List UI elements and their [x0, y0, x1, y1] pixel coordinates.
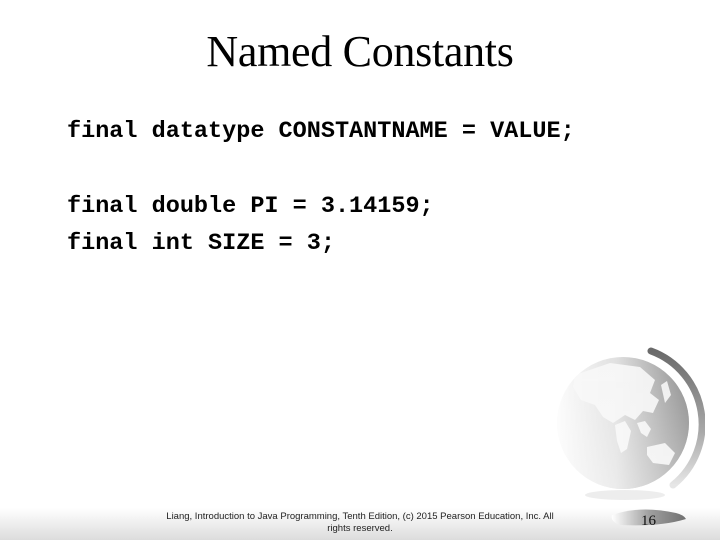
page-number: 16 [641, 513, 656, 529]
slide-title: Named Constants [206, 27, 514, 76]
slide: Named Constants final datatype CONSTANTN… [0, 0, 720, 540]
globe-icon [557, 347, 705, 500]
footer-citation-line1: Liang, Introduction to Java Programming,… [166, 511, 554, 522]
constant-syntax-line: final datatype CONSTANTNAME = VALUE; [67, 118, 575, 145]
code-example-size: final int SIZE = 3; [67, 230, 335, 257]
footer-citation-line2: rights reserved. [327, 523, 393, 534]
footer-citation: Liang, Introduction to Java Programming,… [130, 511, 590, 535]
code-example-pi: final double PI = 3.14159; [67, 193, 434, 220]
